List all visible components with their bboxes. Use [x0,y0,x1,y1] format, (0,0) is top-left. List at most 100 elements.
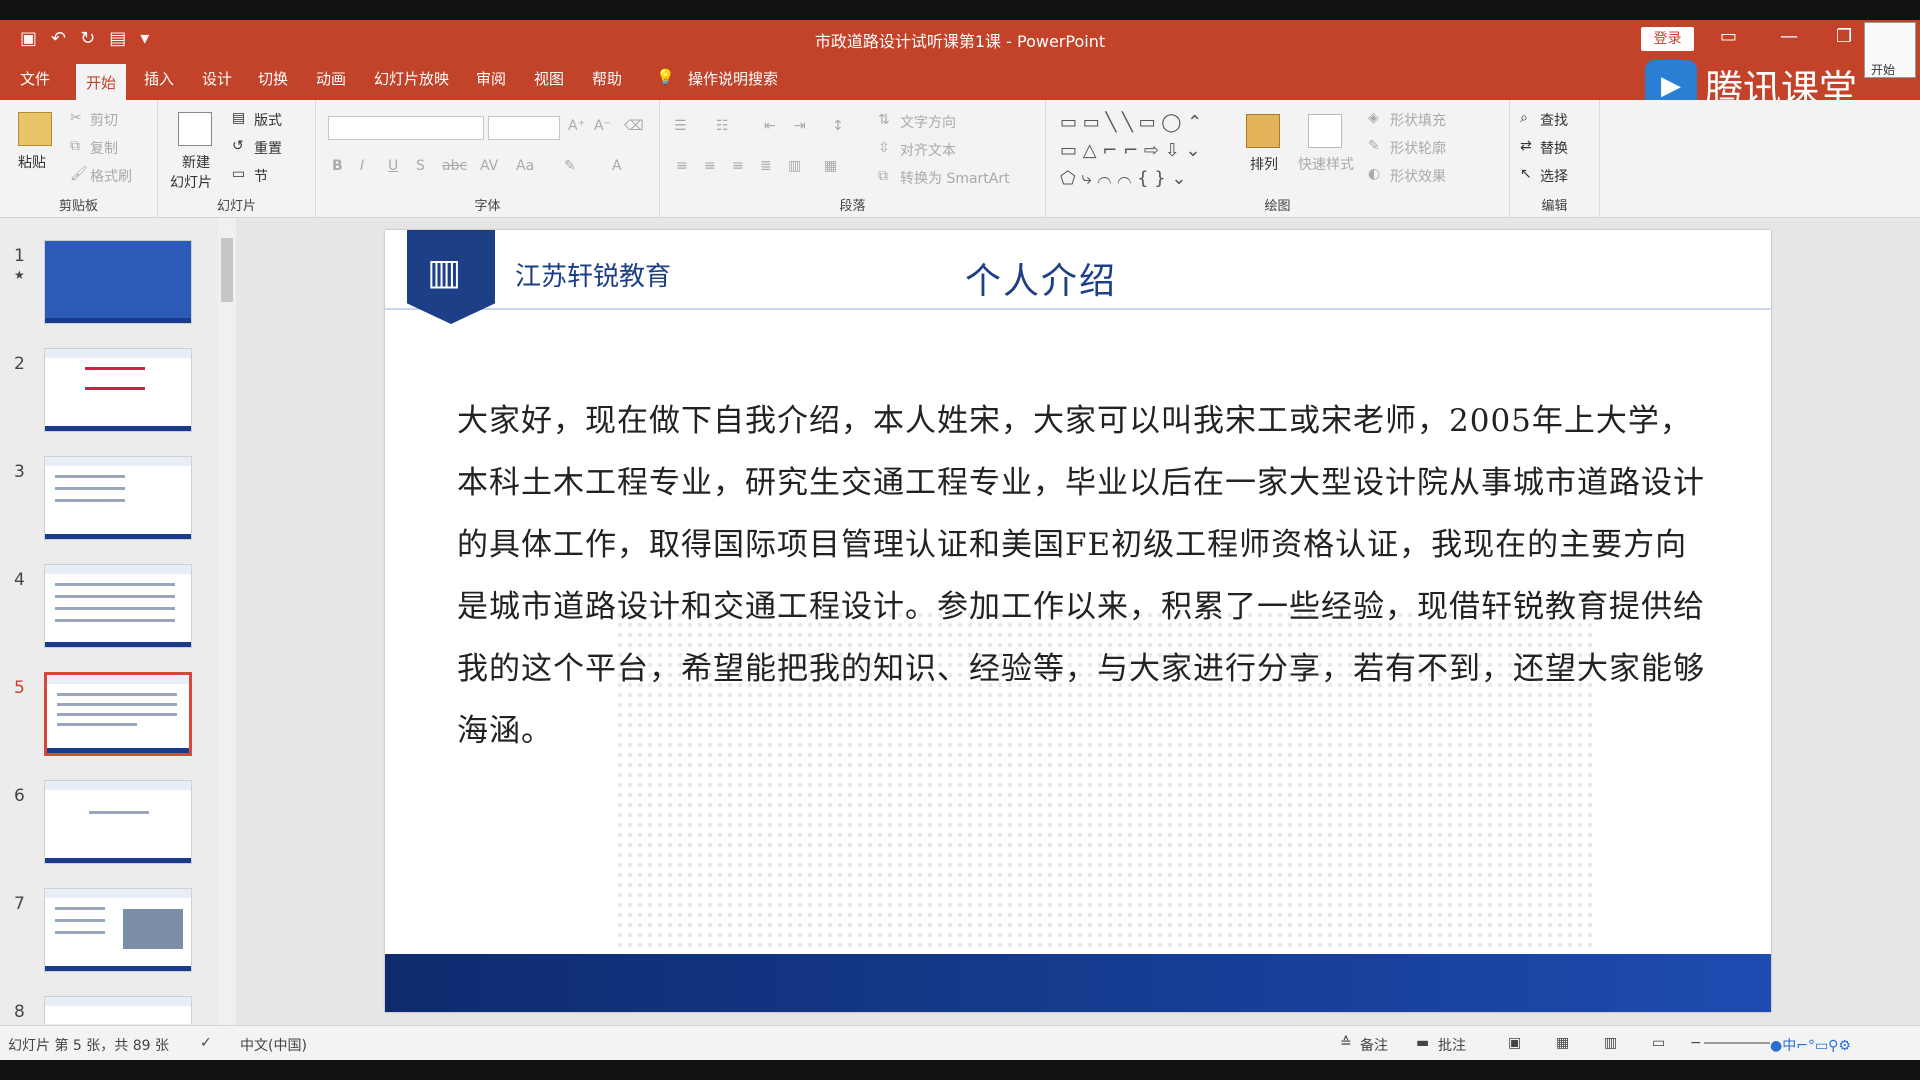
thumbnail-2[interactable]: 2 [0,348,210,448]
tab-design[interactable]: 设计 [202,68,232,89]
reset-button[interactable]: 重置 [254,138,282,158]
align-left-icon[interactable]: ≡ [676,158,688,174]
tab-view[interactable]: 视图 [534,68,564,89]
new-slide-button-2[interactable]: 幻灯片 [170,172,212,192]
numbering-icon[interactable]: ☷ [716,118,729,134]
columns-icon[interactable]: ▦ [824,158,837,174]
copy-icon[interactable]: ⧉ [70,138,80,154]
layout-button[interactable]: 版式 [254,110,282,130]
thumbnail-1[interactable]: 1 ★ [0,240,210,340]
tell-me-search[interactable]: 操作说明搜索 [688,68,778,89]
shapes-gallery-row2[interactable]: ▭ △ ⌐ ⌐ ⇨ ⇩ ⌄ [1060,140,1201,161]
shape-effects-button[interactable]: 形状效果 [1390,166,1446,186]
new-slide-icon[interactable] [178,112,212,146]
comments-button[interactable]: 批注 [1438,1035,1466,1055]
font-name-combo[interactable] [328,116,484,140]
shape-effects-icon[interactable]: ◐ [1368,166,1380,182]
shape-fill-button[interactable]: 形状填充 [1390,110,1446,130]
tab-transitions[interactable]: 切换 [258,68,288,89]
shadow-icon[interactable]: S [416,158,425,174]
section-button[interactable]: 节 [254,166,268,186]
align-right-icon[interactable]: ≡ [732,158,744,174]
bullets-icon[interactable]: ☰ [674,118,687,134]
tab-insert[interactable]: 插入 [144,68,174,89]
shapes-gallery-row3[interactable]: ⬠ ⤷ ⌒ ⌒ { } ⌄ [1060,168,1187,189]
restore-icon[interactable]: ❐ [1836,26,1852,47]
zoom-out-icon[interactable]: − [1690,1035,1702,1051]
format-painter-button[interactable]: 格式刷 [90,166,132,186]
new-slide-button[interactable]: 新建 [182,152,210,172]
select-button[interactable]: 选择 [1540,166,1568,186]
bold-icon[interactable]: B [332,158,343,174]
line-spacing-icon[interactable]: ↕ [832,118,844,134]
notes-button[interactable]: 备注 [1360,1035,1388,1055]
shape-outline-icon[interactable]: ✎ [1368,138,1380,154]
highlight-icon[interactable]: ✎ [564,158,576,174]
change-case-icon[interactable]: Aa [516,158,534,174]
shape-outline-button[interactable]: 形状轮廓 [1390,138,1446,158]
text-direction-icon[interactable]: ⇅ [878,112,890,128]
minimize-icon[interactable]: — [1780,26,1798,47]
font-size-combo[interactable] [488,116,560,140]
increase-indent-icon[interactable]: ⇥ [794,118,806,134]
paste-button[interactable]: 粘贴 [18,152,46,172]
thumbnail-scrollbar[interactable] [218,218,236,1025]
thumbnail-7[interactable]: 7 [0,888,210,988]
quick-styles-button[interactable]: 快速样式 [1298,154,1354,174]
align-text-icon[interactable]: ⇳ [878,140,890,156]
slide-sorter-icon[interactable]: ▦ [1556,1035,1569,1051]
char-spacing-icon[interactable]: AV [480,158,498,174]
grow-font-icon[interactable]: A⁺ [568,118,585,134]
slideshow-icon[interactable]: ▭ [1652,1035,1665,1051]
slide-canvas[interactable]: ▥ 江苏轩锐教育 个人介绍 大家好，现在做下自我介绍，本人姓宋，大家可以叫我宋工… [385,230,1771,1012]
font-color-icon[interactable]: A [612,158,622,174]
slide-title[interactable]: 个人介绍 [965,252,1117,304]
thumbnail-6[interactable]: 6 [0,780,210,880]
distribute-icon[interactable]: ▥ [788,158,801,174]
select-icon[interactable]: ↖ [1520,166,1532,182]
thumbnail-5[interactable]: 5 [0,672,210,772]
scrollbar-thumb[interactable] [221,238,233,302]
align-text-button[interactable]: 对齐文本 [900,140,956,160]
section-icon[interactable]: ▭ [232,166,245,182]
clear-formatting-icon[interactable]: ⌫ [624,118,644,134]
strikethrough-icon[interactable]: abc [442,158,467,174]
cut-icon[interactable]: ✂ [70,110,82,126]
layout-icon[interactable]: ▤ [232,110,245,126]
find-icon[interactable]: ⌕ [1520,110,1528,126]
tab-animations[interactable]: 动画 [316,68,346,89]
comments-icon[interactable]: ▬ [1416,1035,1429,1051]
notes-icon[interactable]: ≙ [1340,1035,1352,1051]
tab-slideshow[interactable]: 幻灯片放映 [374,68,449,89]
replace-icon[interactable]: ⇄ [1520,138,1532,154]
shapes-gallery-row1[interactable]: ▭ ▭ ╲ ╲ ▭ ◯ ⌃ [1060,112,1202,133]
justify-icon[interactable]: ≣ [760,158,772,174]
spellcheck-icon[interactable]: ✓ [200,1035,212,1051]
copy-button[interactable]: 复制 [90,138,118,158]
reset-icon[interactable]: ↺ [232,138,244,154]
thumbnail-4[interactable]: 4 [0,564,210,664]
language-indicator[interactable]: 中文(中国) [240,1035,307,1055]
tab-home[interactable]: 开始 [76,64,127,100]
underline-icon[interactable]: U [388,158,398,174]
replace-button[interactable]: 替换 [1540,138,1568,158]
quick-styles-icon[interactable] [1308,114,1342,148]
corner-panel[interactable]: 开始 [1864,22,1916,78]
italic-icon[interactable]: I [360,158,364,174]
tab-file[interactable]: 文件 [20,68,50,89]
normal-view-icon[interactable]: ▣ [1508,1035,1521,1051]
login-button[interactable]: 登录 [1641,27,1694,51]
text-direction-button[interactable]: 文字方向 [900,112,956,132]
arrange-icon[interactable] [1246,114,1280,148]
thumbnail-8[interactable]: 8 [0,996,210,1024]
find-button[interactable]: 查找 [1540,110,1568,130]
paste-icon[interactable] [18,112,52,146]
shrink-font-icon[interactable]: A⁻ [594,118,611,134]
format-painter-icon[interactable]: 🖌 [70,166,88,182]
zoom-slider[interactable] [1704,1042,1770,1044]
slide-body-text[interactable]: 大家好，现在做下自我介绍，本人姓宋，大家可以叫我宋工或宋老师，2005年上大学，… [457,390,1717,762]
decrease-indent-icon[interactable]: ⇤ [764,118,776,134]
tab-help[interactable]: 帮助 [592,68,622,89]
ime-toolbar-icon[interactable]: ●中⌐°▭⚲⚙ [1770,1035,1851,1055]
shape-fill-icon[interactable]: ◈ [1368,110,1379,126]
